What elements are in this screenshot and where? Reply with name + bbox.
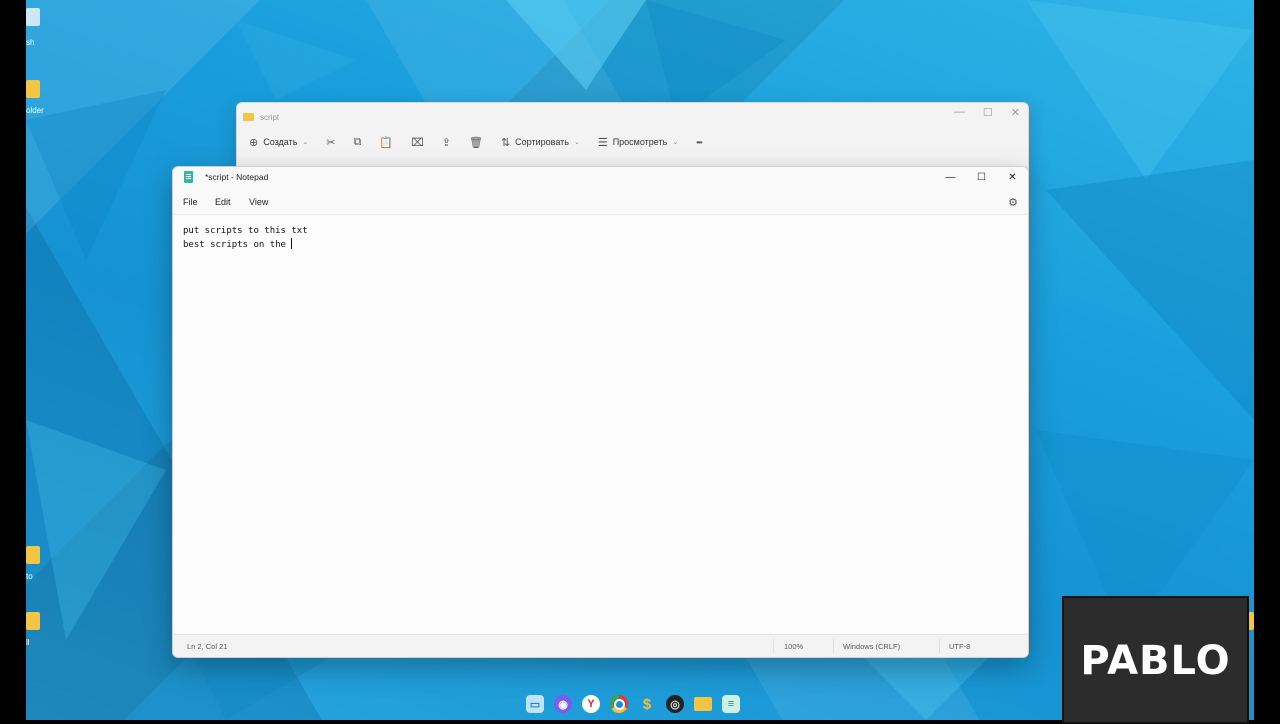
create-label: Создать — [263, 137, 298, 147]
more-options-button[interactable]: ••• — [696, 138, 702, 147]
desktop-label: older — [26, 106, 44, 115]
recycle-bin-icon[interactable] — [26, 8, 40, 26]
text-line: best scripts on the — [183, 238, 293, 250]
folder-icon[interactable] — [26, 80, 40, 98]
minimize-button[interactable]: — — [935, 167, 966, 187]
menu-file[interactable]: File — [183, 197, 198, 207]
menu-view[interactable]: View — [249, 197, 268, 207]
task-view-icon[interactable]: ▭ — [526, 695, 544, 713]
watermark-logo: PABLO — [1062, 596, 1249, 724]
explorer-title: script — [243, 109, 279, 125]
file-explorer-icon[interactable] — [694, 697, 712, 711]
notepad-titlebar[interactable]: *script - Notepad — ☐ ✕ — [173, 167, 1028, 189]
cursor-position: Ln 2, Col 21 — [187, 642, 228, 651]
line-ending[interactable]: Windows (CRLF) — [843, 642, 900, 651]
dollar-app-icon[interactable]: $ — [638, 695, 656, 713]
text-line: put scripts to this txt — [183, 226, 308, 236]
create-button[interactable]: ⊕ Создать ⌄ — [249, 136, 308, 149]
notepad-title: *script - Notepad — [205, 172, 269, 182]
zoom-level[interactable]: 100% — [784, 642, 803, 651]
encoding[interactable]: UTF-8 — [949, 642, 970, 651]
sort-icon: ⇅ — [500, 136, 511, 149]
sort-label: Сортировать — [515, 137, 569, 147]
desktop-label: to — [26, 572, 33, 581]
obs-icon[interactable]: ◎ — [666, 695, 684, 713]
text-caret — [291, 238, 293, 249]
status-bar: Ln 2, Col 21 100% Windows (CRLF) UTF-8 — [173, 634, 1028, 657]
close-button[interactable]: ✕ — [1011, 106, 1020, 119]
sort-button[interactable]: ⇅ Сортировать ⌄ — [501, 136, 580, 149]
minimize-button[interactable]: — — [954, 106, 965, 119]
folder-icon[interactable] — [26, 546, 40, 564]
video-call-icon[interactable]: ◉ — [554, 695, 572, 713]
desktop-label: sh — [26, 38, 35, 47]
close-button[interactable]: ✕ — [997, 167, 1028, 187]
paste-icon[interactable]: 📋 — [379, 136, 393, 149]
text-line-content: best scripts on the — [183, 240, 292, 250]
status-divider — [939, 639, 940, 653]
maximize-button[interactable]: ☐ — [966, 167, 997, 187]
watermark-text: PABLO — [1080, 638, 1231, 684]
desktop-label: ll — [26, 638, 30, 647]
rename-icon[interactable]: ⌧ — [411, 136, 424, 149]
status-divider — [773, 639, 774, 653]
notepad-window-controls: — ☐ ✕ — [935, 167, 1028, 187]
plus-circle-icon: ⊕ — [249, 136, 259, 149]
view-label: Просмотреть — [612, 137, 668, 147]
chevron-down-icon: ⌄ — [573, 139, 580, 146]
menu-edit[interactable]: Edit — [215, 197, 231, 207]
notepad-menubar: File Edit View ⚙ — [173, 193, 1028, 211]
explorer-window-controls: — ☐ ✕ — [954, 106, 1020, 119]
explorer-toolbar: ⊕ Создать ⌄ ✂ ⧉ 📋 ⌧ ⇪ 🗑 ⇅ Сортировать ⌄ … — [249, 133, 1018, 151]
chrome-icon[interactable] — [610, 695, 628, 713]
copy-icon[interactable]: ⧉ — [354, 136, 362, 149]
chevron-down-icon: ⌄ — [672, 139, 679, 146]
notepad-app-icon — [184, 171, 193, 183]
share-icon[interactable]: ⇪ — [442, 136, 451, 149]
notepad-icon[interactable]: ≡ — [722, 695, 740, 713]
view-button[interactable]: ☰ Просмотреть ⌄ — [598, 136, 678, 149]
explorer-title-text: script — [260, 112, 280, 122]
text-line-content: put scripts to this txt — [183, 226, 308, 236]
maximize-button[interactable]: ☐ — [983, 106, 993, 119]
yandex-browser-icon[interactable]: Y — [582, 695, 600, 713]
taskbar: ▭ ◉ Y $ ◎ ≡ — [526, 692, 740, 716]
folder-icon — [243, 113, 254, 121]
chevron-down-icon: ⌄ — [302, 139, 309, 146]
notepad-window[interactable]: *script - Notepad — ☐ ✕ File Edit View ⚙… — [172, 166, 1029, 658]
delete-icon[interactable]: 🗑 — [469, 136, 483, 149]
text-editor[interactable]: put scripts to this txt best scripts on … — [173, 214, 1028, 633]
view-icon: ☰ — [597, 136, 608, 149]
folder-icon[interactable] — [26, 612, 40, 630]
gear-icon[interactable]: ⚙ — [1008, 196, 1018, 209]
status-divider — [833, 639, 834, 653]
cut-icon[interactable]: ✂ — [326, 136, 335, 149]
